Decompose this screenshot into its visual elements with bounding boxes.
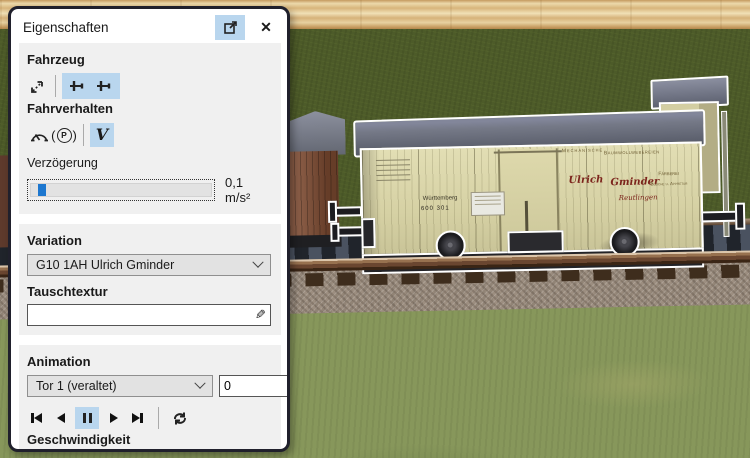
wagon-region-text: Württemberg — [422, 195, 458, 203]
play-back-icon — [56, 413, 65, 423]
skip-end-icon — [140, 413, 143, 423]
animation-player — [27, 406, 271, 430]
tauschtextur-field: ✎ — [27, 304, 271, 326]
loop-icon — [173, 412, 186, 424]
step-back-button[interactable] — [51, 407, 70, 429]
buffer-plate — [327, 200, 338, 223]
section-fahrzeug: Fahrzeug Fahrverhalten (P) V Verzögeru… — [19, 43, 281, 214]
skip-end-icon — [132, 413, 141, 423]
scale-vehicle-button[interactable] — [27, 74, 49, 98]
verzoegerung-slider[interactable] — [27, 179, 216, 201]
slider-thumb[interactable] — [92, 452, 102, 453]
pause-icon — [82, 413, 92, 423]
verzoegerung-value: 0,1 m/s² — [225, 175, 251, 205]
play-button[interactable] — [104, 407, 123, 429]
skip-end-button[interactable] — [128, 407, 147, 429]
speedometer-icon — [30, 134, 48, 142]
close-icon: ✕ — [260, 18, 272, 35]
wagon-ad-text: Mechanische — [561, 147, 604, 155]
wagon-ad-city: Reutlingen — [618, 193, 658, 203]
wagon-ad-text: Baumwollwebereien — [603, 149, 660, 157]
toolbar-separator — [55, 75, 56, 97]
skip-start-button[interactable] — [27, 407, 46, 429]
loop-button[interactable] — [170, 407, 189, 429]
popout-button[interactable] — [215, 14, 245, 40]
wagon-number-text: 600 301 — [420, 205, 450, 213]
fahrverhalten-toolbar: (P) V — [27, 122, 271, 148]
tacho-button[interactable] — [27, 123, 51, 147]
app-window: Württemberg 600 301 Mechanische Baumwoll… — [0, 0, 750, 458]
variation-selected: G10 1AH Ulrich Gminder — [36, 258, 175, 272]
coupler-icon — [70, 81, 84, 91]
buffer-plate — [330, 222, 340, 242]
animation-selected: Tor 1 (veraltet) — [36, 379, 117, 393]
open-in-new-window-icon — [223, 20, 237, 34]
section-animation: Animation Tor 1 (veraltet) ▲ ▼ — [19, 345, 287, 453]
tauschtextur-heading: Tauschtextur — [27, 284, 108, 299]
animation-dropdown[interactable]: Tor 1 (veraltet) — [27, 375, 213, 397]
edit-pencil-icon[interactable]: ✎ — [255, 307, 266, 323]
animation-frame-input[interactable] — [219, 375, 287, 397]
panel-titlebar: Eigenschaften ✕ — [11, 9, 287, 43]
wagon-ad-text: Färberei — [658, 170, 679, 178]
chevron-down-icon — [194, 377, 206, 389]
velocity-mode-button[interactable]: V — [90, 123, 114, 147]
variation-dropdown[interactable]: G10 1AH Ulrich Gminder — [27, 254, 271, 276]
toolbar-separator — [83, 124, 84, 146]
coupler-icon — [97, 81, 111, 91]
tauschtextur-input[interactable] — [27, 304, 271, 326]
wagon-step — [361, 217, 376, 249]
slider-track[interactable] — [30, 183, 213, 197]
coupling-button-group — [62, 73, 120, 99]
animation-heading: Animation — [27, 354, 91, 369]
toolbar-separator — [158, 407, 159, 429]
section-variation: Variation G10 1AH Ulrich Gminder Tauscht… — [19, 224, 281, 335]
pause-button[interactable] — [75, 407, 99, 429]
variation-heading: Variation — [27, 233, 82, 248]
couple-rear-button[interactable] — [96, 79, 113, 93]
parking-brake-icon: (P) — [51, 127, 77, 143]
verzoegerung-row: 0,1 m/s² — [27, 175, 271, 205]
resize-arrow-icon — [31, 81, 43, 93]
parking-brake-button[interactable]: (P) — [51, 123, 77, 147]
close-button[interactable]: ✕ — [253, 15, 279, 40]
chevron-down-icon — [252, 256, 264, 268]
couple-front-button[interactable] — [69, 79, 86, 93]
skip-start-icon — [33, 413, 42, 423]
wagon-placard — [470, 191, 506, 217]
animation-row: Tor 1 (veraltet) ▲ ▼ — [27, 375, 287, 397]
fahrzeug-toolbar — [27, 73, 271, 99]
buffer-plate — [734, 202, 746, 230]
fahrverhalten-heading: Fahrverhalten — [27, 101, 113, 116]
properties-panel: Eigenschaften ✕ Fahrzeug Fahrverhalten (… — [8, 6, 290, 452]
slider-thumb[interactable] — [38, 184, 47, 196]
wagon-ad-name: Ulrich — [568, 174, 604, 187]
panel-title: Eigenschaften — [23, 19, 109, 35]
play-icon — [109, 413, 118, 423]
wagon-fineprint — [372, 155, 415, 185]
velocity-icon: V — [95, 125, 109, 144]
underframe-box — [507, 230, 564, 254]
geschwindigkeit-heading: Geschwindigkeit — [27, 432, 131, 447]
fahrzeug-heading: Fahrzeug — [27, 52, 85, 67]
verzoegerung-label: Verzögerung — [27, 156, 98, 170]
wagon-ad-text: Bleiche u. Appretur — [650, 180, 688, 187]
